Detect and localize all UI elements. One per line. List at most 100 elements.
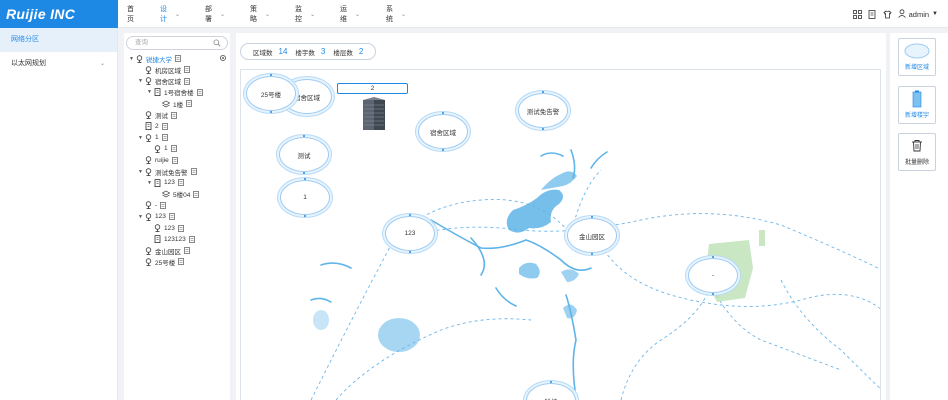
document-icon[interactable]	[193, 190, 200, 198]
tree-node[interactable]: 1楼	[155, 98, 192, 109]
sidebar-item-label: 以太网规划	[11, 60, 46, 67]
nav-label: 策略	[250, 6, 257, 23]
map-area-dash[interactable]: -	[689, 256, 737, 295]
tree-node[interactable]: ▼ 123	[137, 211, 175, 222]
nav-label: 运维	[340, 6, 347, 23]
grid-icon[interactable]	[852, 9, 862, 19]
tree-node[interactable]: 1	[146, 143, 177, 154]
document-icon[interactable]	[178, 224, 184, 232]
document-icon[interactable]	[184, 77, 190, 85]
tree-node[interactable]: ▼ 锐捷大学	[128, 53, 181, 64]
document-icon[interactable]	[196, 89, 203, 96]
nav-deploy[interactable]: 部署 ⌄	[205, 0, 225, 28]
tree-node[interactable]: 金山园区	[137, 245, 190, 256]
stats-bar: 区域数 14 楼宇数 3 楼层数 2	[240, 43, 377, 60]
sidebar-item-network-partition[interactable]: 网络分区	[0, 28, 117, 52]
nav-monitor[interactable]: 监控 ⌄	[295, 0, 315, 28]
caret-down-icon[interactable]: ▼	[128, 56, 135, 62]
radio-icon[interactable]	[220, 55, 226, 61]
top-navbar: 首页 设计 ⌄ 部署 ⌄ 策略 ⌄ 监控 ⌄ 运维 ⌄ 系统 ⌄ admin ▼	[118, 0, 948, 28]
caret-down-icon[interactable]: ▼	[137, 169, 144, 175]
nav-system[interactable]: 系统 ⌄	[386, 0, 406, 28]
tree-node[interactable]: ruijie	[137, 155, 178, 166]
tree-node[interactable]: -	[137, 200, 167, 211]
new-building-button[interactable]: 新增楼宇	[898, 86, 936, 124]
tree-node[interactable]: 123	[146, 223, 184, 234]
tree-node[interactable]: 2	[137, 121, 168, 132]
chevron-down-icon: ⌄	[220, 11, 226, 18]
document-icon[interactable]	[190, 168, 197, 175]
document-icon[interactable]	[171, 156, 178, 164]
document-icon[interactable]	[161, 122, 168, 130]
document-icon[interactable]	[178, 258, 185, 266]
tree-node-label: 锐捷大学	[146, 56, 172, 64]
document-icon[interactable]	[175, 55, 181, 62]
document-icon[interactable]	[170, 145, 177, 153]
document-icon[interactable]	[161, 134, 168, 141]
campus-map[interactable]: 宿舍区域 25号楼 测试免告警 宿舍区域 测试 1 123 金山园区 - 锐捷 …	[240, 69, 881, 400]
map-area-123[interactable]: 123	[386, 214, 434, 253]
sidebar-item-ethernet-plan[interactable]: 以太网规划 ⌄	[0, 52, 117, 76]
tree-node[interactable]: ▼ 123	[146, 177, 184, 188]
area-label: 25号楼	[260, 91, 282, 99]
floor-count-label: 楼层数	[333, 49, 353, 57]
location-pin-icon	[144, 156, 152, 165]
tree-node-label: 机房区域	[155, 67, 181, 75]
map-area-test-no-alarm[interactable]: 测试免告警	[519, 91, 567, 130]
map-area-1[interactable]: 1	[281, 178, 329, 217]
tree-node-label: 金山园区	[155, 248, 181, 256]
document-icon[interactable]	[186, 100, 192, 108]
tree-node[interactable]: ▼ 1号宿舍楼	[146, 87, 203, 98]
building-icon[interactable]	[360, 96, 388, 132]
left-sidebar: 网络分区 以太网规划 ⌄	[0, 28, 118, 400]
map-area-building-25[interactable]: 25号楼	[247, 74, 295, 113]
caret-down-icon[interactable]: ▼	[137, 214, 144, 220]
nav-design[interactable]: 设计 ⌄	[160, 0, 180, 28]
document-icon[interactable]	[868, 9, 877, 19]
document-icon[interactable]	[160, 202, 167, 209]
building-label[interactable]: 2	[337, 83, 408, 94]
document-icon[interactable]	[169, 213, 175, 221]
trash-icon	[911, 134, 923, 157]
map-area-jinshan-park[interactable]: 金山园区	[568, 216, 616, 255]
user-menu[interactable]: admin ▼	[897, 8, 938, 20]
nav-home[interactable]: 首页	[127, 0, 134, 28]
batch-delete-button[interactable]: 批量删除	[898, 133, 936, 171]
nav-ops[interactable]: 运维 ⌄	[340, 0, 360, 28]
caret-down-icon[interactable]: ▼	[146, 89, 153, 95]
map-area-dorm[interactable]: 宿舍区域	[419, 112, 467, 151]
tree-node-label: 2	[155, 122, 159, 130]
tree-node[interactable]: ▼ 测试免告警	[137, 166, 197, 177]
location-pin-icon	[144, 65, 152, 74]
document-icon[interactable]	[184, 66, 190, 74]
anchor-dot	[270, 74, 272, 76]
layers-icon	[162, 190, 170, 199]
caret-down-icon[interactable]: ▼	[137, 78, 144, 84]
new-area-button[interactable]: 新增区域	[898, 38, 936, 76]
document-icon[interactable]	[184, 247, 190, 254]
tree-node[interactable]: ▼ 1	[137, 132, 168, 143]
tree-node[interactable]: ▼ 宿舍区域	[137, 76, 190, 87]
caret-down-icon[interactable]: ▼	[137, 135, 144, 141]
tree-node-label: 25号楼	[155, 259, 176, 267]
tree-node[interactable]: 机房区域	[137, 64, 190, 75]
anchor-dot	[442, 149, 444, 151]
area-label: 宿舍区域	[430, 129, 456, 137]
map-area-test[interactable]: 测试	[280, 135, 328, 174]
tree-node-label: 1	[155, 134, 159, 142]
search-icon[interactable]	[213, 39, 221, 52]
document-icon[interactable]	[171, 111, 177, 119]
tree-search-input[interactable]: 查询	[126, 36, 228, 50]
nav-policy[interactable]: 策略 ⌄	[250, 0, 270, 28]
tree-node[interactable]: 5楼04	[155, 189, 200, 200]
nav-label: 系统	[386, 6, 393, 23]
tree-node[interactable]: 25号楼	[137, 256, 185, 267]
area-label: 锐捷	[545, 396, 558, 400]
document-icon[interactable]	[188, 235, 195, 243]
shirt-icon[interactable]	[883, 9, 892, 19]
tree-node[interactable]: 测试	[137, 110, 177, 121]
location-pin-icon	[153, 144, 161, 153]
caret-down-icon[interactable]: ▼	[146, 180, 153, 186]
tree-node[interactable]: 123123	[146, 234, 195, 245]
document-icon[interactable]	[178, 179, 184, 187]
